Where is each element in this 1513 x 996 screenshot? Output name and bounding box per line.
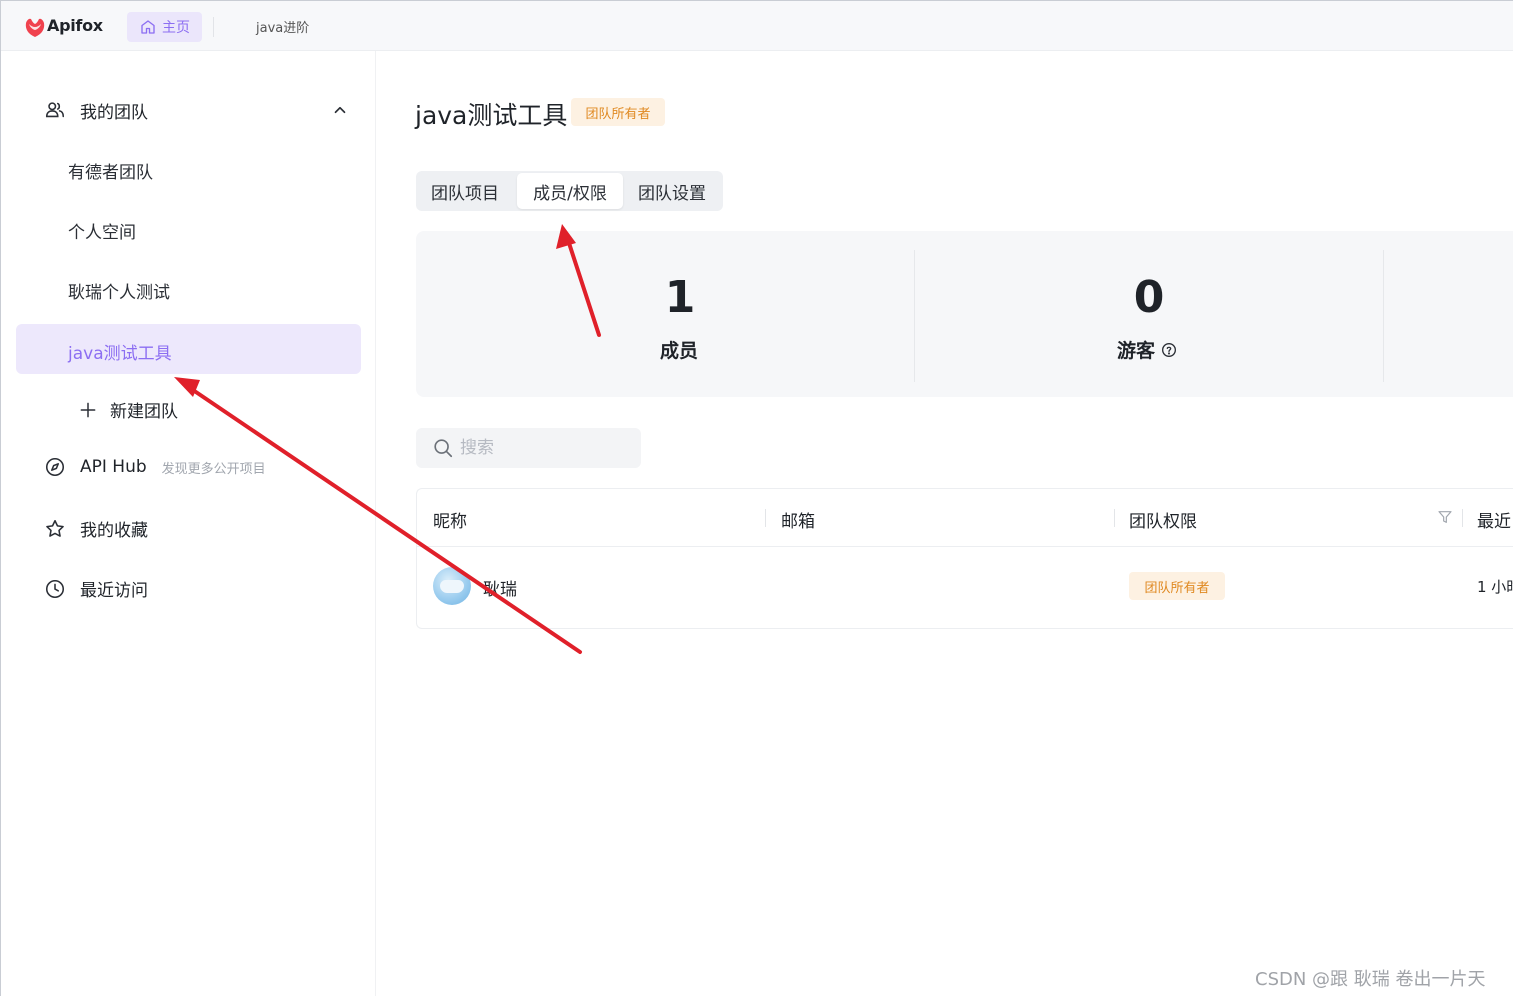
- favorites-label: 我的收藏: [80, 521, 148, 541]
- column-separator[interactable]: [1114, 509, 1115, 527]
- filter-icon[interactable]: [1437, 509, 1453, 525]
- stats-panel: [416, 231, 1513, 397]
- guests-count: 0: [1133, 272, 1165, 323]
- top-divider: [213, 17, 214, 37]
- new-team-button[interactable]: 新建团队: [78, 397, 178, 422]
- table-header: 昵称 邮箱 团队权限 最近: [417, 489, 1513, 547]
- home-label: 主页: [162, 20, 190, 36]
- guests-label-text: 游客: [1117, 340, 1156, 362]
- home-button[interactable]: 主页: [127, 12, 202, 42]
- role-badge: 团队所有者: [1129, 572, 1225, 600]
- project-tab[interactable]: java进阶: [256, 17, 309, 36]
- column-nickname[interactable]: 昵称: [433, 507, 467, 532]
- api-hub-sublabel: 发现更多公开项目: [161, 461, 266, 477]
- members-count: 1: [664, 272, 696, 323]
- stat-divider: [1383, 250, 1384, 382]
- members-table: 昵称 邮箱 团队权限 最近 耿瑞 团队所有者 1 小时: [416, 488, 1513, 629]
- team-tabs: 团队项目 成员/权限 团队设置: [416, 171, 723, 211]
- recent-label: 最近访问: [80, 581, 148, 601]
- sidebar-item-label: 个人空间: [68, 223, 136, 243]
- tab-members-permissions[interactable]: 成员/权限: [517, 173, 623, 209]
- stat-divider: [914, 250, 915, 382]
- help-icon[interactable]: [1161, 342, 1177, 358]
- plus-icon: [80, 402, 96, 417]
- apifox-logo-icon: [25, 18, 45, 37]
- member-search[interactable]: [416, 428, 641, 468]
- sidebar-my-teams-label: 我的团队: [80, 102, 148, 123]
- page-title: java测试工具: [415, 101, 568, 130]
- tab-label: 成员/权限: [533, 183, 607, 204]
- app-name: Apifox: [47, 16, 103, 35]
- home-icon: [141, 20, 155, 34]
- tab-label: 团队设置: [638, 183, 706, 204]
- avatar: [433, 567, 471, 605]
- sidebar-item-team-3[interactable]: 耿瑞个人测试: [68, 278, 170, 303]
- top-bar: Apifox 主页: [1, 1, 1513, 51]
- guests-label: 游客: [1117, 336, 1177, 363]
- star-icon: [46, 519, 64, 537]
- column-separator[interactable]: [765, 509, 766, 527]
- users-icon: [45, 102, 65, 118]
- members-label-text: 成员: [660, 340, 699, 362]
- member-name: 耿瑞: [483, 580, 517, 600]
- sidebar-item-label: 有德者团队: [68, 163, 153, 183]
- owner-badge: 团队所有者: [571, 98, 665, 126]
- tab-label: 团队项目: [431, 183, 499, 204]
- last-visit: 1 小时: [1477, 578, 1513, 596]
- search-input[interactable]: [458, 437, 632, 459]
- sidebar-item-active-label: java测试工具: [68, 344, 172, 364]
- watermark: CSDN @跟 耿瑞 卷出一片天: [1255, 969, 1486, 990]
- new-team-label: 新建团队: [110, 402, 178, 422]
- search-icon: [434, 439, 453, 458]
- column-email[interactable]: 邮箱: [781, 507, 815, 532]
- sidebar-my-teams[interactable]: 我的团队: [44, 96, 349, 124]
- tab-team-settings[interactable]: 团队设置: [638, 171, 706, 211]
- sidebar-item-api-hub[interactable]: API Hub 发现更多公开项目: [44, 456, 266, 478]
- sidebar-item-recent[interactable]: 最近访问: [44, 576, 148, 601]
- members-label: 成员: [660, 336, 698, 363]
- column-recent[interactable]: 最近: [1477, 507, 1511, 532]
- sidebar-item-favorites[interactable]: 我的收藏: [44, 516, 148, 541]
- clock-icon: [45, 579, 65, 598]
- api-hub-label: API Hub: [80, 457, 147, 477]
- chevron-up-icon[interactable]: [331, 101, 349, 119]
- avatar-graphic: [440, 580, 464, 593]
- sidebar-item-team-2[interactable]: 个人空间: [68, 218, 136, 243]
- sidebar-item-label: 耿瑞个人测试: [68, 283, 170, 303]
- table-row[interactable]: 耿瑞 团队所有者 1 小时: [417, 547, 1513, 627]
- sidebar-item-team-1[interactable]: 有德者团队: [68, 158, 153, 183]
- compass-icon: [45, 457, 65, 477]
- column-team-permission[interactable]: 团队权限: [1129, 507, 1197, 532]
- column-separator[interactable]: [1462, 509, 1463, 527]
- tab-team-projects[interactable]: 团队项目: [431, 171, 499, 211]
